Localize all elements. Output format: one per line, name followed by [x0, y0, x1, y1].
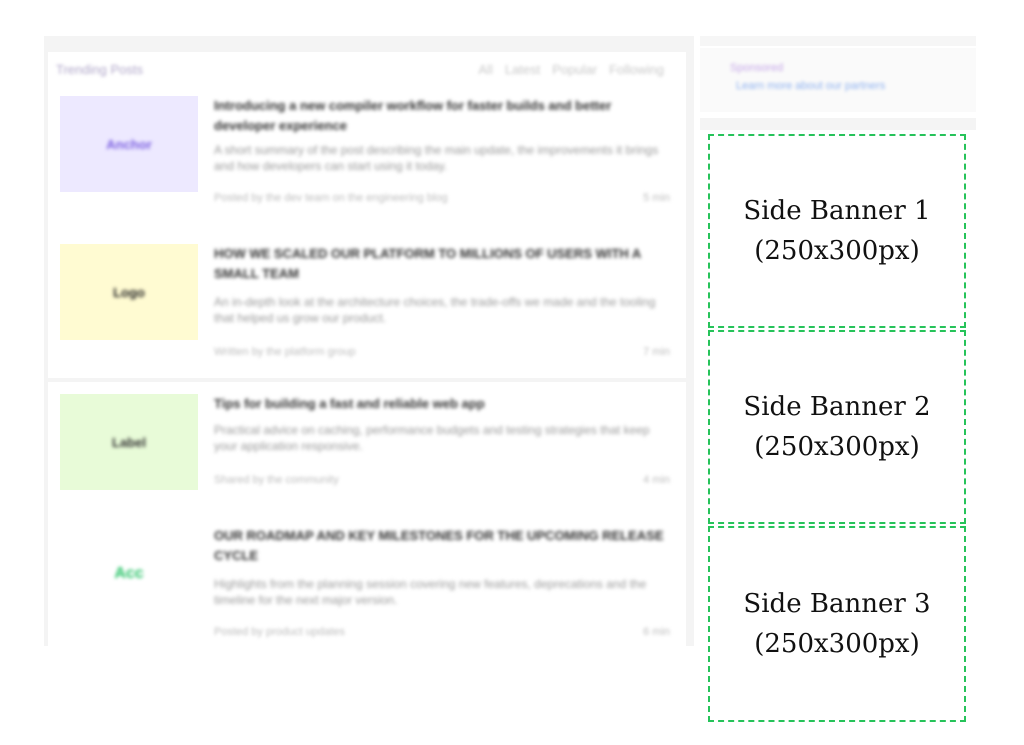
article-excerpt: A short summary of the post describing t…: [214, 143, 659, 173]
banner-label: Side Banner 3: [743, 589, 931, 619]
article-thumbnail[interactable]: Logo: [60, 244, 198, 340]
sidebar-sponsor-box: Sponsored Learn more about our partners: [700, 48, 976, 112]
article-item[interactable]: Logo HOW WE SCALED OUR PLATFORM TO MILLI…: [60, 244, 672, 358]
section-title: Trending Posts: [56, 62, 143, 77]
page: Trending Posts All Latest Popular Follow…: [0, 0, 1024, 745]
article-item[interactable]: Anchor Introducing a new compiler workfl…: [60, 96, 672, 206]
article-author: Written by the platform group: [214, 346, 356, 358]
article-author: Posted by the dev team on the engineerin…: [214, 192, 448, 204]
side-banner-2[interactable]: Side Banner 2 (250x300px): [708, 330, 966, 524]
article-author: Shared by the community: [214, 474, 339, 486]
article-thumbnail[interactable]: Label: [60, 394, 198, 490]
article-thumbnail[interactable]: Acc: [60, 526, 198, 622]
banner-label: Side Banner 2: [743, 392, 931, 422]
article-excerpt: Highlights from the planning session cov…: [214, 577, 647, 607]
banner-size: (250x300px): [754, 629, 920, 659]
side-banner-3[interactable]: Side Banner 3 (250x300px): [708, 526, 966, 722]
article-excerpt: Practical advice on caching, performance…: [214, 423, 650, 453]
tab-following[interactable]: Following: [609, 62, 664, 77]
section-tabs: All Latest Popular Following: [478, 62, 664, 77]
article-meta: Posted by product updates 6 min: [214, 626, 670, 638]
sidebar-top-cap: [700, 36, 976, 46]
side-banner-1[interactable]: Side Banner 1 (250x300px): [708, 134, 966, 328]
tab-popular[interactable]: Popular: [552, 62, 597, 77]
article-meta: Posted by the dev team on the engineerin…: [214, 192, 670, 204]
article-read-time: 6 min: [643, 626, 670, 638]
thumbnail-logo-text: Anchor: [106, 136, 152, 152]
section-header: Trending Posts All Latest Popular Follow…: [56, 60, 676, 80]
article-author: Posted by product updates: [214, 626, 345, 638]
banner-label: Side Banner 1: [743, 196, 931, 226]
thumbnail-logo-text: Label: [112, 434, 146, 450]
article-title[interactable]: Introducing a new compiler workflow for …: [214, 96, 670, 136]
article-title[interactable]: Tips for building a fast and reliable we…: [214, 394, 670, 414]
banner-size: (250x300px): [754, 432, 920, 462]
article-thumbnail[interactable]: Anchor: [60, 96, 198, 192]
article-item[interactable]: Label Tips for building a fast and relia…: [60, 394, 672, 504]
tab-all[interactable]: All: [478, 62, 492, 77]
article-title[interactable]: HOW WE SCALED OUR PLATFORM TO MILLIONS O…: [214, 244, 670, 284]
article-excerpt: An in-depth look at the architecture cho…: [214, 295, 656, 325]
article-read-time: 4 min: [643, 474, 670, 486]
thumbnail-logo-text: Logo: [113, 284, 145, 300]
banner-size: (250x300px): [754, 236, 920, 266]
article-title[interactable]: OUR ROADMAP AND KEY MILESTONES FOR THE U…: [214, 526, 670, 566]
thumbnail-logo-text: Acc: [114, 565, 144, 582]
article-item[interactable]: Acc OUR ROADMAP AND KEY MILESTONES FOR T…: [60, 526, 672, 638]
tab-latest[interactable]: Latest: [505, 62, 540, 77]
article-read-time: 5 min: [643, 192, 670, 204]
article-meta: Shared by the community 4 min: [214, 474, 670, 486]
sponsor-link[interactable]: Learn more about our partners: [736, 80, 885, 92]
sidebar-divider: [700, 118, 976, 130]
article-meta: Written by the platform group 7 min: [214, 346, 670, 358]
sponsor-label: Sponsored: [730, 62, 784, 74]
article-read-time: 7 min: [643, 346, 670, 358]
